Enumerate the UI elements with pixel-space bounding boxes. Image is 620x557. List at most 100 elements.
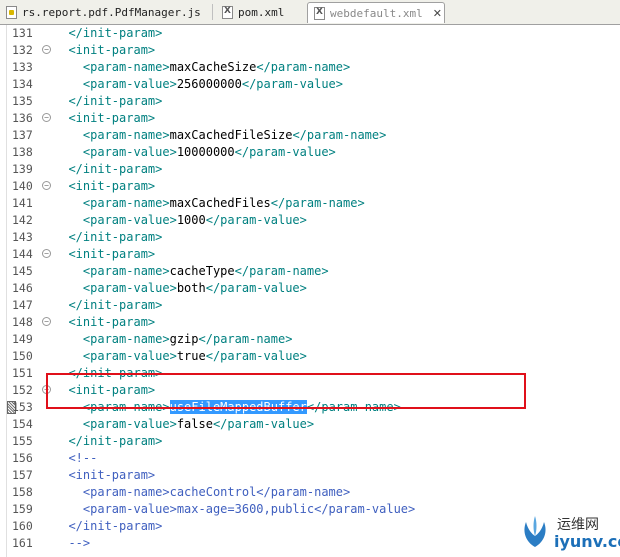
code-line[interactable]: 139 </init-param>: [0, 161, 620, 178]
code-line[interactable]: 155 </init-param>: [0, 433, 620, 450]
line-number: 156: [12, 451, 33, 465]
line-number: 131: [12, 26, 33, 40]
code-text[interactable]: </init-param>: [54, 229, 162, 246]
code-text[interactable]: -->: [54, 535, 90, 552]
fold-toggle-icon[interactable]: −: [42, 113, 51, 122]
tag-token: </param-value>: [205, 213, 307, 227]
code-line[interactable]: 147 </init-param>: [0, 297, 620, 314]
code-text[interactable]: </init-param>: [54, 93, 162, 110]
code-line[interactable]: 148− <init-param>: [0, 314, 620, 331]
line-number: 159: [12, 502, 33, 516]
code-text[interactable]: <!--: [54, 450, 97, 467]
tag-token: <param-name>: [82, 332, 170, 346]
code-line[interactable]: 140− <init-param>: [0, 178, 620, 195]
code-line[interactable]: 154 <param-value>false</param-value>: [0, 416, 620, 433]
code-text[interactable]: <init-param>: [54, 314, 155, 331]
comment-token: <param-name>cacheControl</param-name>: [82, 485, 351, 499]
value-token: maxCachedFileSize: [169, 128, 293, 142]
highlight-annotation-box: [46, 373, 526, 409]
tab-pom-xml[interactable]: pom.xml: [216, 2, 306, 23]
code-text[interactable]: <param-value>max-age=3600,public</param-…: [54, 501, 415, 518]
tag-token: <param-value>: [82, 145, 177, 159]
code-line[interactable]: 135 </init-param>: [0, 93, 620, 110]
code-text[interactable]: <param-value>10000000</param-value>: [54, 144, 336, 161]
code-text[interactable]: <param-name>maxCachedFileSize</param-nam…: [54, 127, 386, 144]
code-line[interactable]: 136− <init-param>: [0, 110, 620, 127]
tag-token: <init-param>: [68, 43, 156, 57]
code-line[interactable]: 137 <param-name>maxCachedFileSize</param…: [0, 127, 620, 144]
code-text[interactable]: <param-value>both</param-value>: [54, 280, 307, 297]
code-line[interactable]: 158 <param-name>cacheControl</param-name…: [0, 484, 620, 501]
code-text[interactable]: </init-param>: [54, 433, 162, 450]
tab-label: rs.report.pdf.PdfManager.js: [22, 6, 201, 19]
watermark-logo-icon: [524, 516, 546, 547]
code-text[interactable]: <param-value>256000000</param-value>: [54, 76, 343, 93]
tab-webdefault-xml[interactable]: webdefault.xml ✕: [307, 2, 445, 23]
line-number: 152: [12, 383, 33, 397]
fold-toggle-icon[interactable]: −: [42, 317, 51, 326]
code-line[interactable]: 142 <param-value>1000</param-value>: [0, 212, 620, 229]
code-line[interactable]: 150 <param-value>true</param-value>: [0, 348, 620, 365]
tag-token: </param-value>: [241, 77, 344, 91]
code-line[interactable]: 156 <!--: [0, 450, 620, 467]
line-number: 148: [12, 315, 33, 329]
code-line[interactable]: 145 <param-name>cacheType</param-name>: [0, 263, 620, 280]
value-token: maxCachedFiles: [169, 196, 271, 210]
tag-token: <init-param>: [68, 179, 156, 193]
value-token: true: [176, 349, 206, 363]
code-text[interactable]: <init-param>: [54, 178, 155, 195]
code-text[interactable]: <init-param>: [54, 110, 155, 127]
code-text[interactable]: <init-param>: [54, 246, 155, 263]
code-line[interactable]: 141 <param-name>maxCachedFiles</param-na…: [0, 195, 620, 212]
line-number: 153: [12, 400, 33, 414]
value-token: cacheType: [169, 264, 235, 278]
fold-toggle-icon[interactable]: −: [42, 181, 51, 190]
line-number: 138: [12, 145, 33, 159]
line-number: 157: [12, 468, 33, 482]
tag-token: </param-name>: [270, 196, 365, 210]
tag-token: </init-param>: [68, 434, 163, 448]
code-line[interactable]: 149 <param-name>gzip</param-name>: [0, 331, 620, 348]
code-line[interactable]: 144− <init-param>: [0, 246, 620, 263]
tag-token: </param-name>: [256, 60, 351, 74]
code-text[interactable]: <param-value>1000</param-value>: [54, 212, 307, 229]
code-text[interactable]: <init-param>: [54, 467, 155, 484]
code-text[interactable]: </init-param>: [54, 161, 162, 178]
tab-pdfmanager-js[interactable]: rs.report.pdf.PdfManager.js: [0, 2, 208, 23]
code-line[interactable]: 132− <init-param>: [0, 42, 620, 59]
code-line[interactable]: 146 <param-value>both</param-value>: [0, 280, 620, 297]
code-text[interactable]: <param-name>gzip</param-name>: [54, 331, 293, 348]
code-text[interactable]: <param-value>true</param-value>: [54, 348, 307, 365]
code-text[interactable]: </init-param>: [54, 297, 162, 314]
code-line[interactable]: 134 <param-value>256000000</param-value>: [0, 76, 620, 93]
fold-toggle-icon[interactable]: −: [42, 249, 51, 258]
code-text[interactable]: <param-name>maxCacheSize</param-name>: [54, 59, 350, 76]
tag-token: </param-name>: [292, 128, 387, 142]
fold-toggle-icon[interactable]: −: [42, 45, 51, 54]
xml-file-icon: [222, 6, 233, 19]
code-line[interactable]: 131 </init-param>: [0, 25, 620, 42]
tag-token: </param-value>: [205, 349, 307, 363]
code-text[interactable]: <init-param>: [54, 42, 155, 59]
code-text[interactable]: <param-name>cacheType</param-name>: [54, 263, 329, 280]
code-line[interactable]: 143 </init-param>: [0, 229, 620, 246]
code-text[interactable]: <param-name>maxCachedFiles</param-name>: [54, 195, 365, 212]
tag-token: </param-value>: [205, 281, 307, 295]
code-text[interactable]: <param-name>cacheControl</param-name>: [54, 484, 350, 501]
tag-token: </init-param>: [68, 162, 163, 176]
line-number: 137: [12, 128, 33, 142]
tag-token: </param-name>: [234, 264, 329, 278]
xml-editor[interactable]: 131 </init-param> 132− <init-param> 133 <p…: [0, 25, 620, 557]
js-file-icon: [6, 6, 17, 19]
code-text[interactable]: </init-param>: [54, 25, 162, 42]
code-line[interactable]: 157 <init-param>: [0, 467, 620, 484]
code-text[interactable]: <param-value>false</param-value>: [54, 416, 314, 433]
close-tab-icon[interactable]: ✕: [433, 7, 442, 20]
code-line[interactable]: 138 <param-value>10000000</param-value>: [0, 144, 620, 161]
code-line[interactable]: 133 <param-name>maxCacheSize</param-name…: [0, 59, 620, 76]
line-number: 132: [12, 43, 33, 57]
code-text[interactable]: </init-param>: [54, 518, 162, 535]
tag-token: <init-param>: [68, 247, 156, 261]
comment-token: </init-param>: [68, 519, 163, 533]
line-number: 161: [12, 536, 33, 550]
